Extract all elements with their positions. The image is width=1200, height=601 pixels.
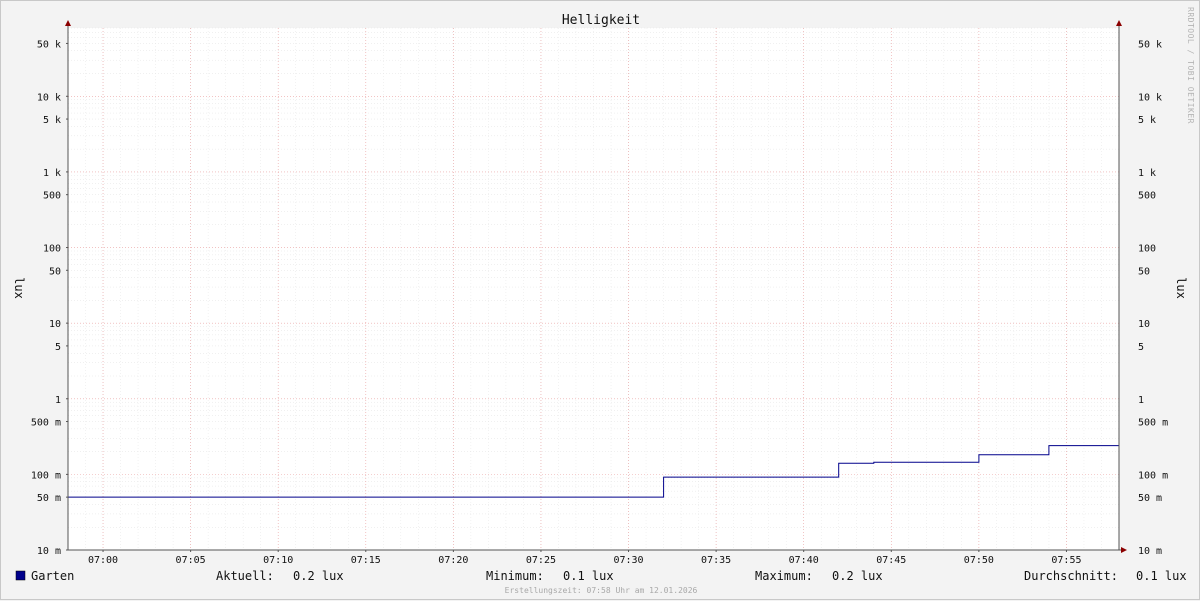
legend-min-label: Minimum: [486,569,544,583]
legend-min-value: 0.1 lux [563,569,614,583]
x-tick-label: 07:40 [789,555,819,566]
y-tick-label-right: 500 m [1138,418,1168,429]
y-tick-label-left: 50 m [37,493,61,504]
x-tick-label: 07:30 [613,555,643,566]
y-axis-title-left: lux [12,277,26,299]
y-tick-label-left: 100 m [31,470,61,481]
y-tick-label-right: 1 k [1138,168,1156,179]
x-tick-label: 07:05 [176,555,206,566]
x-tick-label: 07:25 [526,555,556,566]
chart-frame: 50 k 50 k 10 k 10 k5 k5 k1 k1 k 500 500 100 100… [0,0,1200,600]
y-tick-label-left: 50 k [37,39,61,50]
legend-swatch [15,570,26,581]
y-tick-label-left: 1 [55,395,61,406]
x-tick-label: 07:50 [964,555,994,566]
watermark: RRDTOOL / TOBI OETIKER [1186,7,1195,124]
y-tick-label-right: 10 [1138,319,1150,330]
legend-avg-label: Durchschnitt: [1024,569,1118,583]
y-tick-label-left: 10 k [37,92,61,103]
x-axis-arrow [1121,547,1127,553]
y-tick-label-right: 10 k [1138,92,1162,103]
legend-current-label: Aktuell: [216,569,274,583]
x-tick-label: 07:20 [438,555,468,566]
x-tick-label: 07:45 [876,555,906,566]
y-tick-label-right: 50 k [1138,39,1162,50]
y-tick-label-left: 10 [49,319,61,330]
brightness-chart: 50 k 50 k10 k 10 k5 k5 k1 k1 k500 500100 100… [12,7,1195,595]
y-tick-label-right: 50 [1138,266,1150,277]
x-tick-label: 07:10 [263,555,293,566]
x-tick-label: 07:35 [701,555,731,566]
y-tick-label-left: 10 m [37,546,61,557]
y-tick-label-left: 5 [55,342,61,353]
legend-current-value: 0.2 lux [293,569,344,583]
y-tick-label-right: 100 m [1138,470,1168,481]
y-tick-label-left: 500 [43,191,61,202]
legend-series-name: Garten [31,569,74,583]
y-tick-label-right: 50 m [1138,493,1162,504]
x-tick-label: 07:00 [88,555,118,566]
y-tick-label-right: 1 [1138,395,1144,406]
y-axis-title-right: lux [1174,277,1188,299]
y-tick-label-right: 500 [1138,191,1156,202]
y-tick-label-right: 10 m [1138,546,1162,557]
x-tick-label: 07:15 [351,555,381,566]
y-tick-label-left: 500 m [31,418,61,429]
legend-avg-value: 0.1 lux [1136,569,1187,583]
y-tick-label-left: 50 [49,266,61,277]
x-tick-label: 07:55 [1051,555,1081,566]
y-axis-arrow-left [65,20,71,26]
y-tick-label-right: 5 [1138,342,1144,353]
y-tick-label-left: 100 [43,244,61,255]
x-tick-labels: 07:00 07:05 07:10 07:15 07:20 07:25 07:30 07:35… [88,555,1082,566]
y-tick-label-right: 100 [1138,244,1156,255]
y-axis-arrow-right [1116,20,1122,26]
legend-max-label: Maximum: [755,569,813,583]
y-tick-label-left: 5 k [43,115,61,126]
creation-time-footer: Erstellungszeit: 07:58 Uhr am 12.01.2026 [505,586,698,595]
legend-max-value: 0.2 lux [832,569,883,583]
y-tick-label-left: 1 k [43,168,61,179]
y-tick-label-right: 5 k [1138,115,1156,126]
chart-title: Helligkeit [562,13,640,28]
legend: Garten Aktuell: 0.2 lux Minimum: 0.1 lux… [15,569,1187,583]
